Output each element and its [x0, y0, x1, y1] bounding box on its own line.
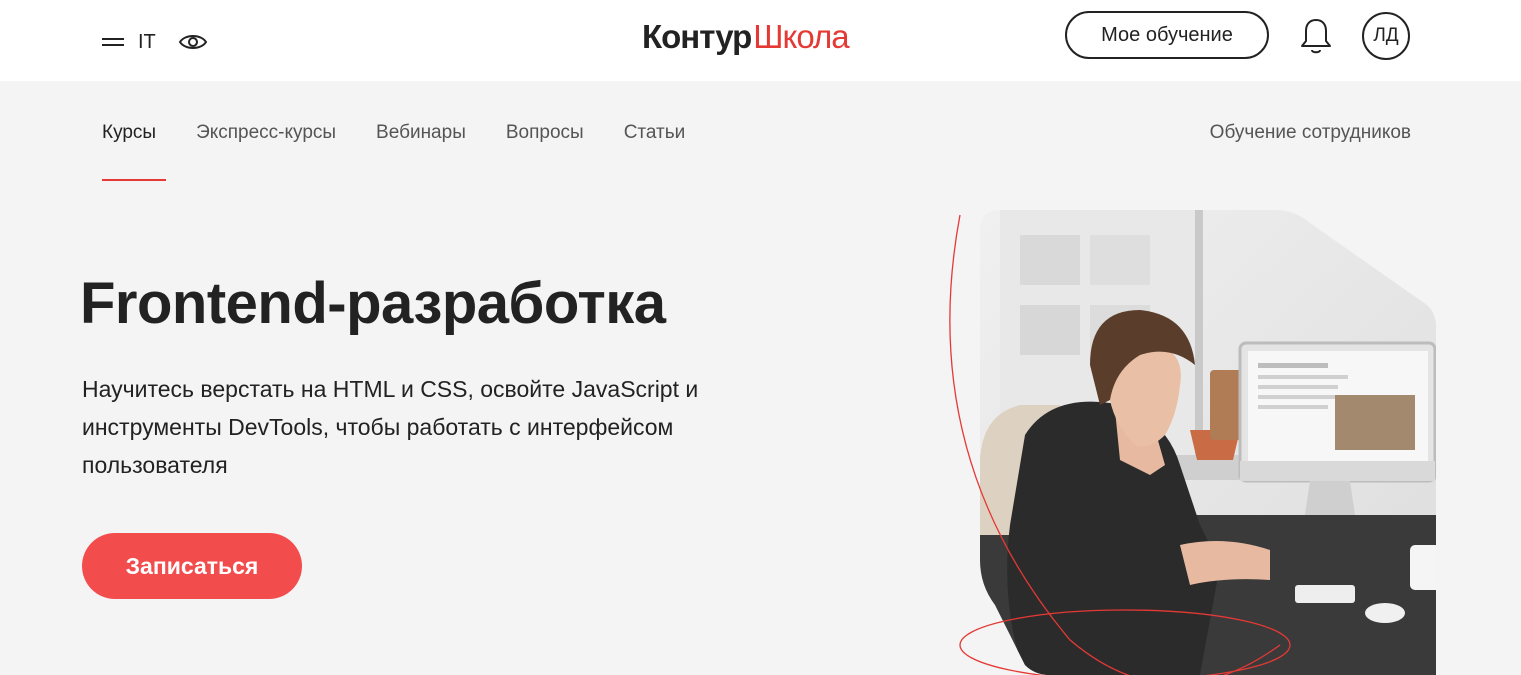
photo-scene [980, 210, 1436, 675]
nav-active-indicator [102, 179, 166, 181]
logo-secondary: Школа [753, 18, 849, 55]
user-avatar[interactable]: ЛД [1362, 12, 1410, 60]
hero-illustration [949, 210, 1436, 675]
site-header: IT КонтурШкола Мое обучение ЛД [0, 0, 1521, 81]
page-title: Frontend-разработка [80, 271, 666, 336]
site-logo[interactable]: КонтурШкола [642, 18, 850, 56]
enroll-button[interactable]: Записаться [82, 533, 302, 599]
category-label[interactable]: IT [138, 31, 156, 54]
logo-primary: Контур [642, 18, 752, 55]
my-learning-button[interactable]: Мое обучение [1065, 11, 1269, 59]
bell-icon[interactable] [1298, 16, 1334, 56]
hero-description: Научитесь верстать на HTML и CSS, освойт… [82, 376, 699, 478]
header-left-controls: IT [102, 26, 208, 58]
main-nav: Курсы Экспресс-курсы Вебинары Вопросы Ст… [102, 122, 725, 144]
menu-icon[interactable] [102, 37, 124, 47]
eye-icon[interactable] [178, 32, 208, 52]
nav-employee-training-link[interactable]: Обучение сотрудников [1210, 122, 1411, 144]
nav-item-articles[interactable]: Статьи [624, 122, 686, 144]
nav-item-express-courses[interactable]: Экспресс-курсы [196, 122, 336, 144]
nav-item-webinars[interactable]: Вебинары [376, 122, 466, 144]
nav-item-questions[interactable]: Вопросы [506, 122, 584, 144]
nav-item-courses[interactable]: Курсы [102, 122, 156, 144]
